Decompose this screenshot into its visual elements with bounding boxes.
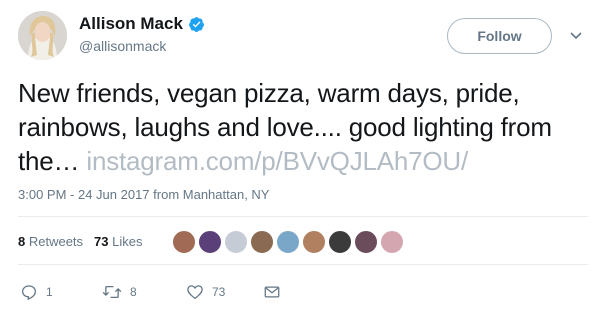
likes-stat[interactable]: 73 Likes bbox=[94, 234, 142, 249]
avatar[interactable] bbox=[18, 11, 67, 60]
from-label: from bbox=[149, 187, 183, 202]
stats-row: 8 Retweets 73 Likes bbox=[18, 234, 153, 249]
liker-avatar[interactable] bbox=[302, 230, 326, 254]
retweet-count: 8 bbox=[130, 285, 137, 299]
tweet-link[interactable]: instagram.com/p/BVvQJLAh7OU/ bbox=[86, 146, 468, 176]
display-name-text[interactable]: Allison Mack bbox=[79, 14, 183, 34]
likes-count: 73 bbox=[94, 234, 109, 249]
liker-avatar[interactable] bbox=[172, 230, 196, 254]
retweet-action[interactable]: 8 bbox=[102, 283, 137, 301]
divider bbox=[18, 264, 588, 265]
liker-avatar[interactable] bbox=[354, 230, 378, 254]
liker-avatar[interactable] bbox=[380, 230, 404, 254]
message-action[interactable] bbox=[263, 283, 281, 301]
reply-count: 1 bbox=[46, 285, 53, 299]
liker-avatar[interactable] bbox=[328, 230, 352, 254]
reply-icon bbox=[21, 285, 37, 301]
verified-badge-icon bbox=[188, 16, 204, 32]
tweet-card: Allison Mack @allisonmack Follow New fri… bbox=[0, 0, 600, 317]
like-action[interactable]: 73 bbox=[186, 283, 225, 301]
liker-avatar[interactable] bbox=[276, 230, 300, 254]
location-link[interactable]: Manhattan, NY bbox=[183, 187, 270, 202]
display-name[interactable]: Allison Mack bbox=[79, 14, 205, 34]
chevron-down-icon[interactable] bbox=[569, 31, 583, 41]
likes-label: Likes bbox=[108, 234, 143, 249]
envelope-icon bbox=[264, 286, 280, 298]
retweets-stat[interactable]: 8 Retweets bbox=[18, 234, 83, 249]
divider bbox=[18, 216, 588, 217]
liker-avatar[interactable] bbox=[250, 230, 274, 254]
retweets-label: Retweets bbox=[25, 234, 84, 249]
liker-avatar[interactable] bbox=[198, 230, 222, 254]
liker-avatars bbox=[172, 230, 406, 256]
heart-icon bbox=[187, 285, 203, 300]
timestamp[interactable]: 3:00 PM - 24 Jun 2017 bbox=[18, 187, 150, 202]
reply-action[interactable]: 1 bbox=[20, 283, 53, 301]
liker-avatar[interactable] bbox=[224, 230, 248, 254]
retweet-icon bbox=[102, 285, 122, 299]
follow-button[interactable]: Follow bbox=[447, 18, 552, 54]
like-count: 73 bbox=[212, 285, 226, 299]
screen-name[interactable]: @allisonmack bbox=[79, 38, 166, 54]
timestamp-row: 3:00 PM - 24 Jun 2017 from Manhattan, NY bbox=[18, 187, 269, 202]
tweet-text: New friends, vegan pizza, warm days, pri… bbox=[18, 76, 590, 178]
